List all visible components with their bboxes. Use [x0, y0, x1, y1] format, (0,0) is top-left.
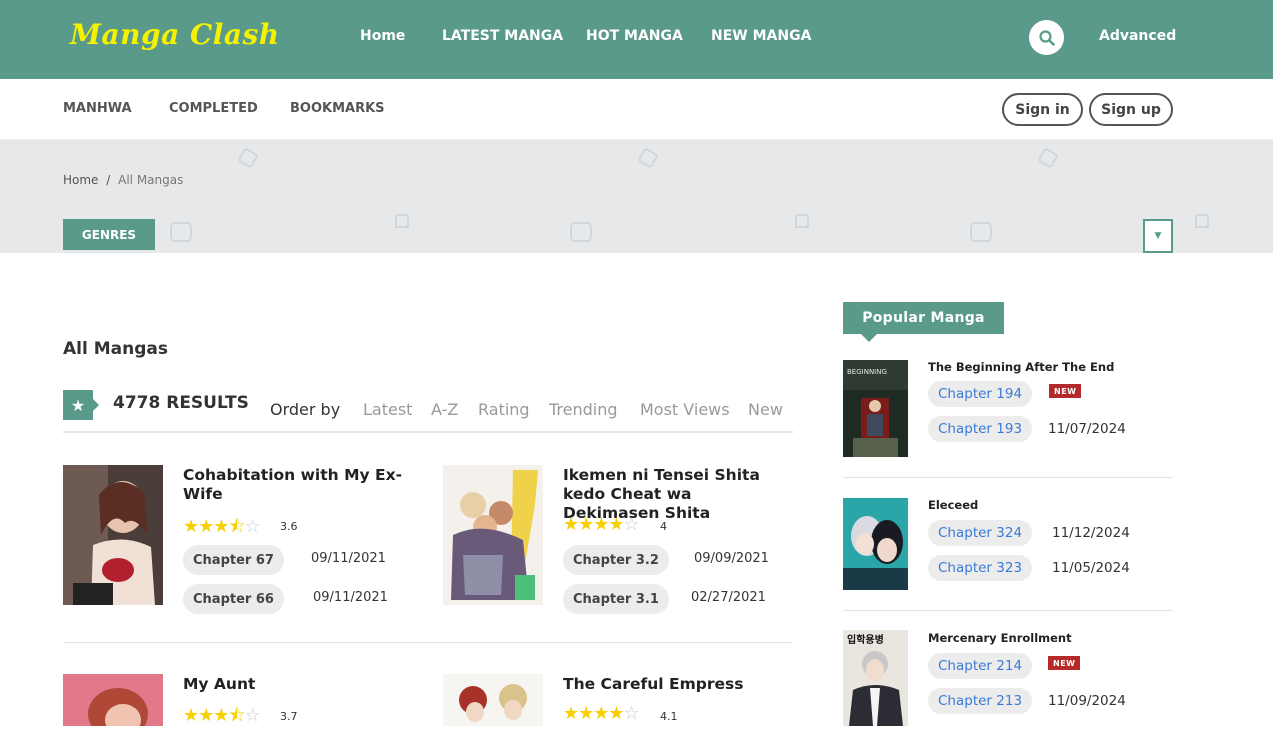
star-rating: ★★★★☆ [563, 703, 640, 724]
sign-up-button[interactable]: Sign up [1089, 93, 1173, 126]
star-rating: ★★★⯪☆ [183, 516, 261, 537]
popular-manga-heading: Popular Manga [843, 302, 1004, 342]
decor-shape [170, 222, 192, 242]
divider [843, 610, 1173, 611]
chapter-date: 09/11/2021 [311, 551, 386, 566]
results-count: 4778 RESULTS [113, 393, 249, 413]
divider [63, 431, 793, 433]
breadcrumb-current: All Mangas [118, 173, 184, 187]
popular-chapter-date: 11/05/2024 [1052, 560, 1130, 576]
popular-chapter-date: 11/07/2024 [1048, 421, 1126, 437]
decor-shape [395, 214, 409, 228]
rating-score: 3.6 [280, 520, 298, 533]
top-header: Manga Clash Home LATEST MANGA HOT MANGA … [0, 0, 1273, 79]
advanced-search-link[interactable]: Advanced [1099, 28, 1176, 44]
order-most-views[interactable]: Most Views [640, 400, 730, 419]
sign-in-button[interactable]: Sign in [1002, 93, 1083, 126]
subnav-manhwa[interactable]: MANHWA [63, 101, 132, 116]
nav-home[interactable]: Home [360, 28, 405, 44]
decor-shape [570, 222, 592, 242]
rating-score: 4 [660, 520, 667, 533]
caret-down-icon: ▼ [1154, 231, 1162, 241]
popular-chapter-link[interactable]: Chapter 194 [928, 381, 1033, 407]
manga-cover[interactable] [63, 674, 163, 726]
manga-cover[interactable] [443, 465, 543, 605]
decor-shape [1037, 147, 1059, 169]
order-latest[interactable]: Latest [363, 400, 412, 419]
rating-score: 3.7 [280, 710, 298, 723]
star-rating: ★★★★☆ [563, 514, 640, 535]
star-icon: ★ [70, 395, 86, 415]
genres-toggle-button[interactable]: ▼ [1143, 219, 1173, 253]
chapter-link[interactable]: Chapter 67 [183, 545, 284, 575]
chapter-date: 09/09/2021 [694, 551, 769, 566]
decor-shape [795, 214, 809, 228]
rating-score: 4.1 [660, 710, 678, 723]
order-by-label: Order by [270, 400, 341, 419]
popular-chapter-date: 11/12/2024 [1052, 525, 1130, 541]
chapter-date: 02/27/2021 [691, 590, 766, 605]
new-badge: NEW [1048, 656, 1081, 670]
site-logo[interactable]: Manga Clash [70, 18, 280, 51]
popular-chapter-link[interactable]: Chapter 193 [928, 416, 1033, 442]
star-rating: ★★★⯪☆ [183, 705, 261, 726]
popular-cover[interactable]: 입학용병 [843, 630, 908, 726]
decor-shape [1195, 214, 1209, 228]
manga-title[interactable]: Cohabitation with My Ex-Wife [183, 466, 403, 504]
breadcrumb-home[interactable]: Home [63, 173, 98, 187]
manga-cover[interactable] [63, 465, 163, 605]
breadcrumb-separator: / [106, 173, 111, 187]
popular-chapter-link[interactable]: Chapter 214 [928, 653, 1033, 679]
sub-nav-bar: MANHWA COMPLETED BOOKMARKS Sign in Sign … [0, 79, 1273, 140]
search-button[interactable] [1029, 20, 1064, 55]
results-badge: ★ [63, 390, 99, 420]
decor-shape [637, 147, 659, 169]
popular-cover[interactable]: BEGINNING [843, 360, 908, 457]
order-rating[interactable]: Rating [478, 400, 530, 419]
order-new[interactable]: New [748, 400, 783, 419]
popular-chapter-link[interactable]: Chapter 213 [928, 688, 1033, 714]
subnav-completed[interactable]: COMPLETED [169, 101, 258, 116]
svg-text:입학용병: 입학용병 [847, 633, 884, 646]
popular-cover[interactable] [843, 498, 908, 590]
popular-chapter-link[interactable]: Chapter 323 [928, 555, 1033, 581]
popular-chapter-link[interactable]: Chapter 324 [928, 520, 1033, 546]
manga-cover[interactable] [443, 674, 543, 726]
order-a-z[interactable]: A-Z [431, 400, 458, 419]
chapter-link[interactable]: Chapter 66 [183, 584, 284, 614]
breadcrumb-band: Home / All Mangas GENRES ▼ [0, 140, 1273, 253]
subnav-bookmarks[interactable]: BOOKMARKS [290, 101, 385, 116]
manga-title[interactable]: The Careful Empress [563, 675, 793, 694]
decor-shape [970, 222, 992, 242]
nav-latest-manga[interactable]: LATEST MANGA [442, 28, 563, 44]
page-title: All Mangas [63, 339, 168, 359]
nav-hot-manga[interactable]: HOT MANGA [586, 28, 683, 44]
popular-title[interactable]: Eleceed [928, 498, 978, 512]
chapter-link[interactable]: Chapter 3.1 [563, 584, 669, 614]
chapter-date: 09/11/2021 [313, 590, 388, 605]
manga-title[interactable]: My Aunt [183, 675, 403, 694]
chapter-link[interactable]: Chapter 3.2 [563, 545, 669, 575]
divider [843, 477, 1173, 478]
genres-button[interactable]: GENRES [63, 219, 155, 250]
nav-new-manga[interactable]: NEW MANGA [711, 28, 811, 44]
order-trending[interactable]: Trending [549, 400, 618, 419]
new-badge: NEW [1049, 384, 1082, 398]
breadcrumb: Home / All Mangas [63, 173, 187, 187]
popular-title[interactable]: The Beginning After The End [928, 360, 1114, 374]
divider [63, 642, 793, 643]
popular-chapter-date: 11/09/2024 [1048, 693, 1126, 709]
svg-text:BEGINNING: BEGINNING [847, 368, 887, 376]
popular-title[interactable]: Mercenary Enrollment [928, 631, 1072, 645]
search-icon [1038, 29, 1055, 46]
decor-shape [237, 147, 259, 169]
